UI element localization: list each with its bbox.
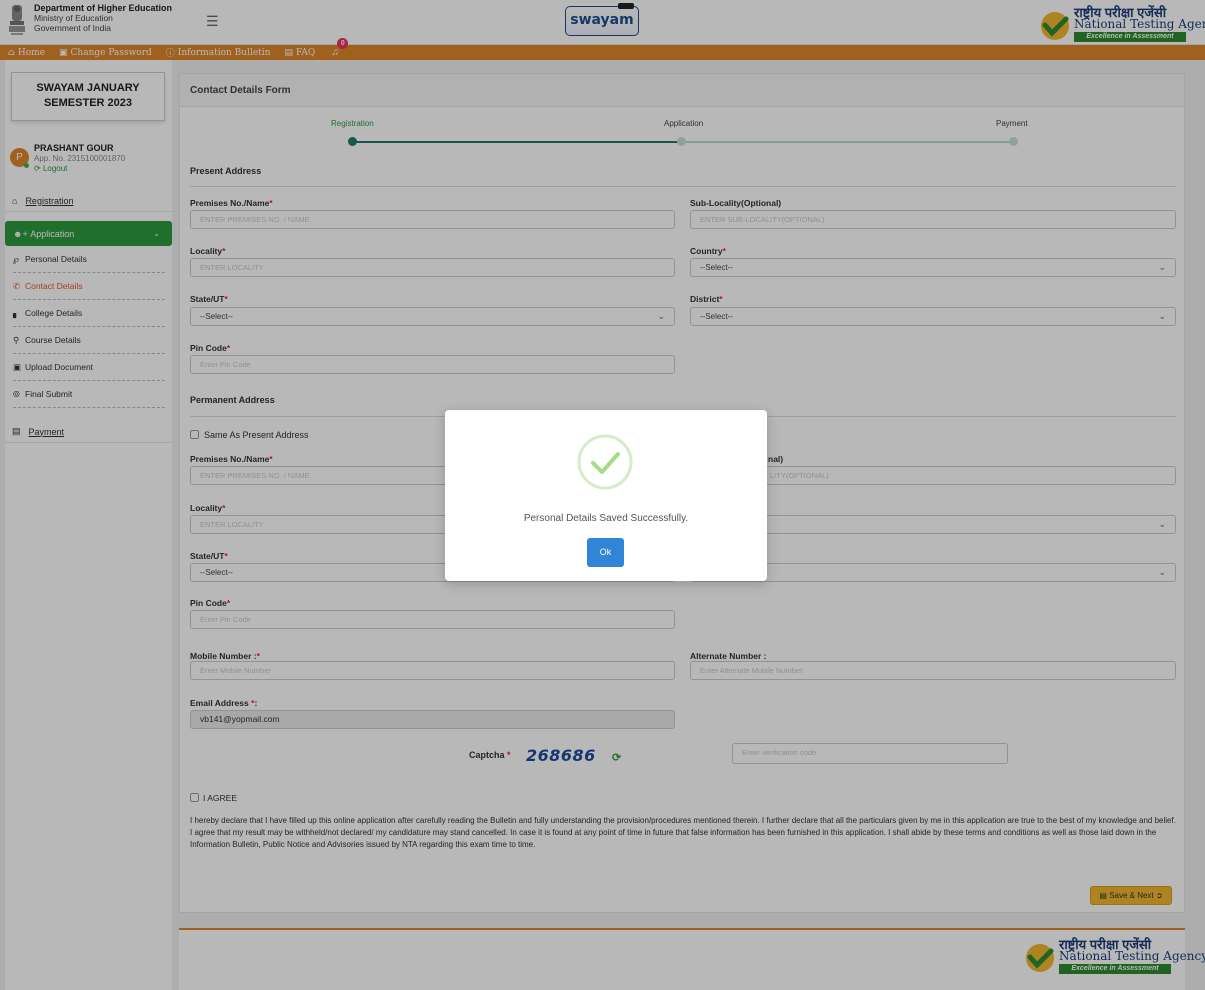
ok-button[interactable]: Ok [587, 538, 624, 567]
success-message: Personal Details Saved Successfully. [523, 513, 689, 524]
success-check-icon [577, 434, 633, 490]
success-dialog: Personal Details Saved Successfully. Ok [445, 410, 767, 581]
